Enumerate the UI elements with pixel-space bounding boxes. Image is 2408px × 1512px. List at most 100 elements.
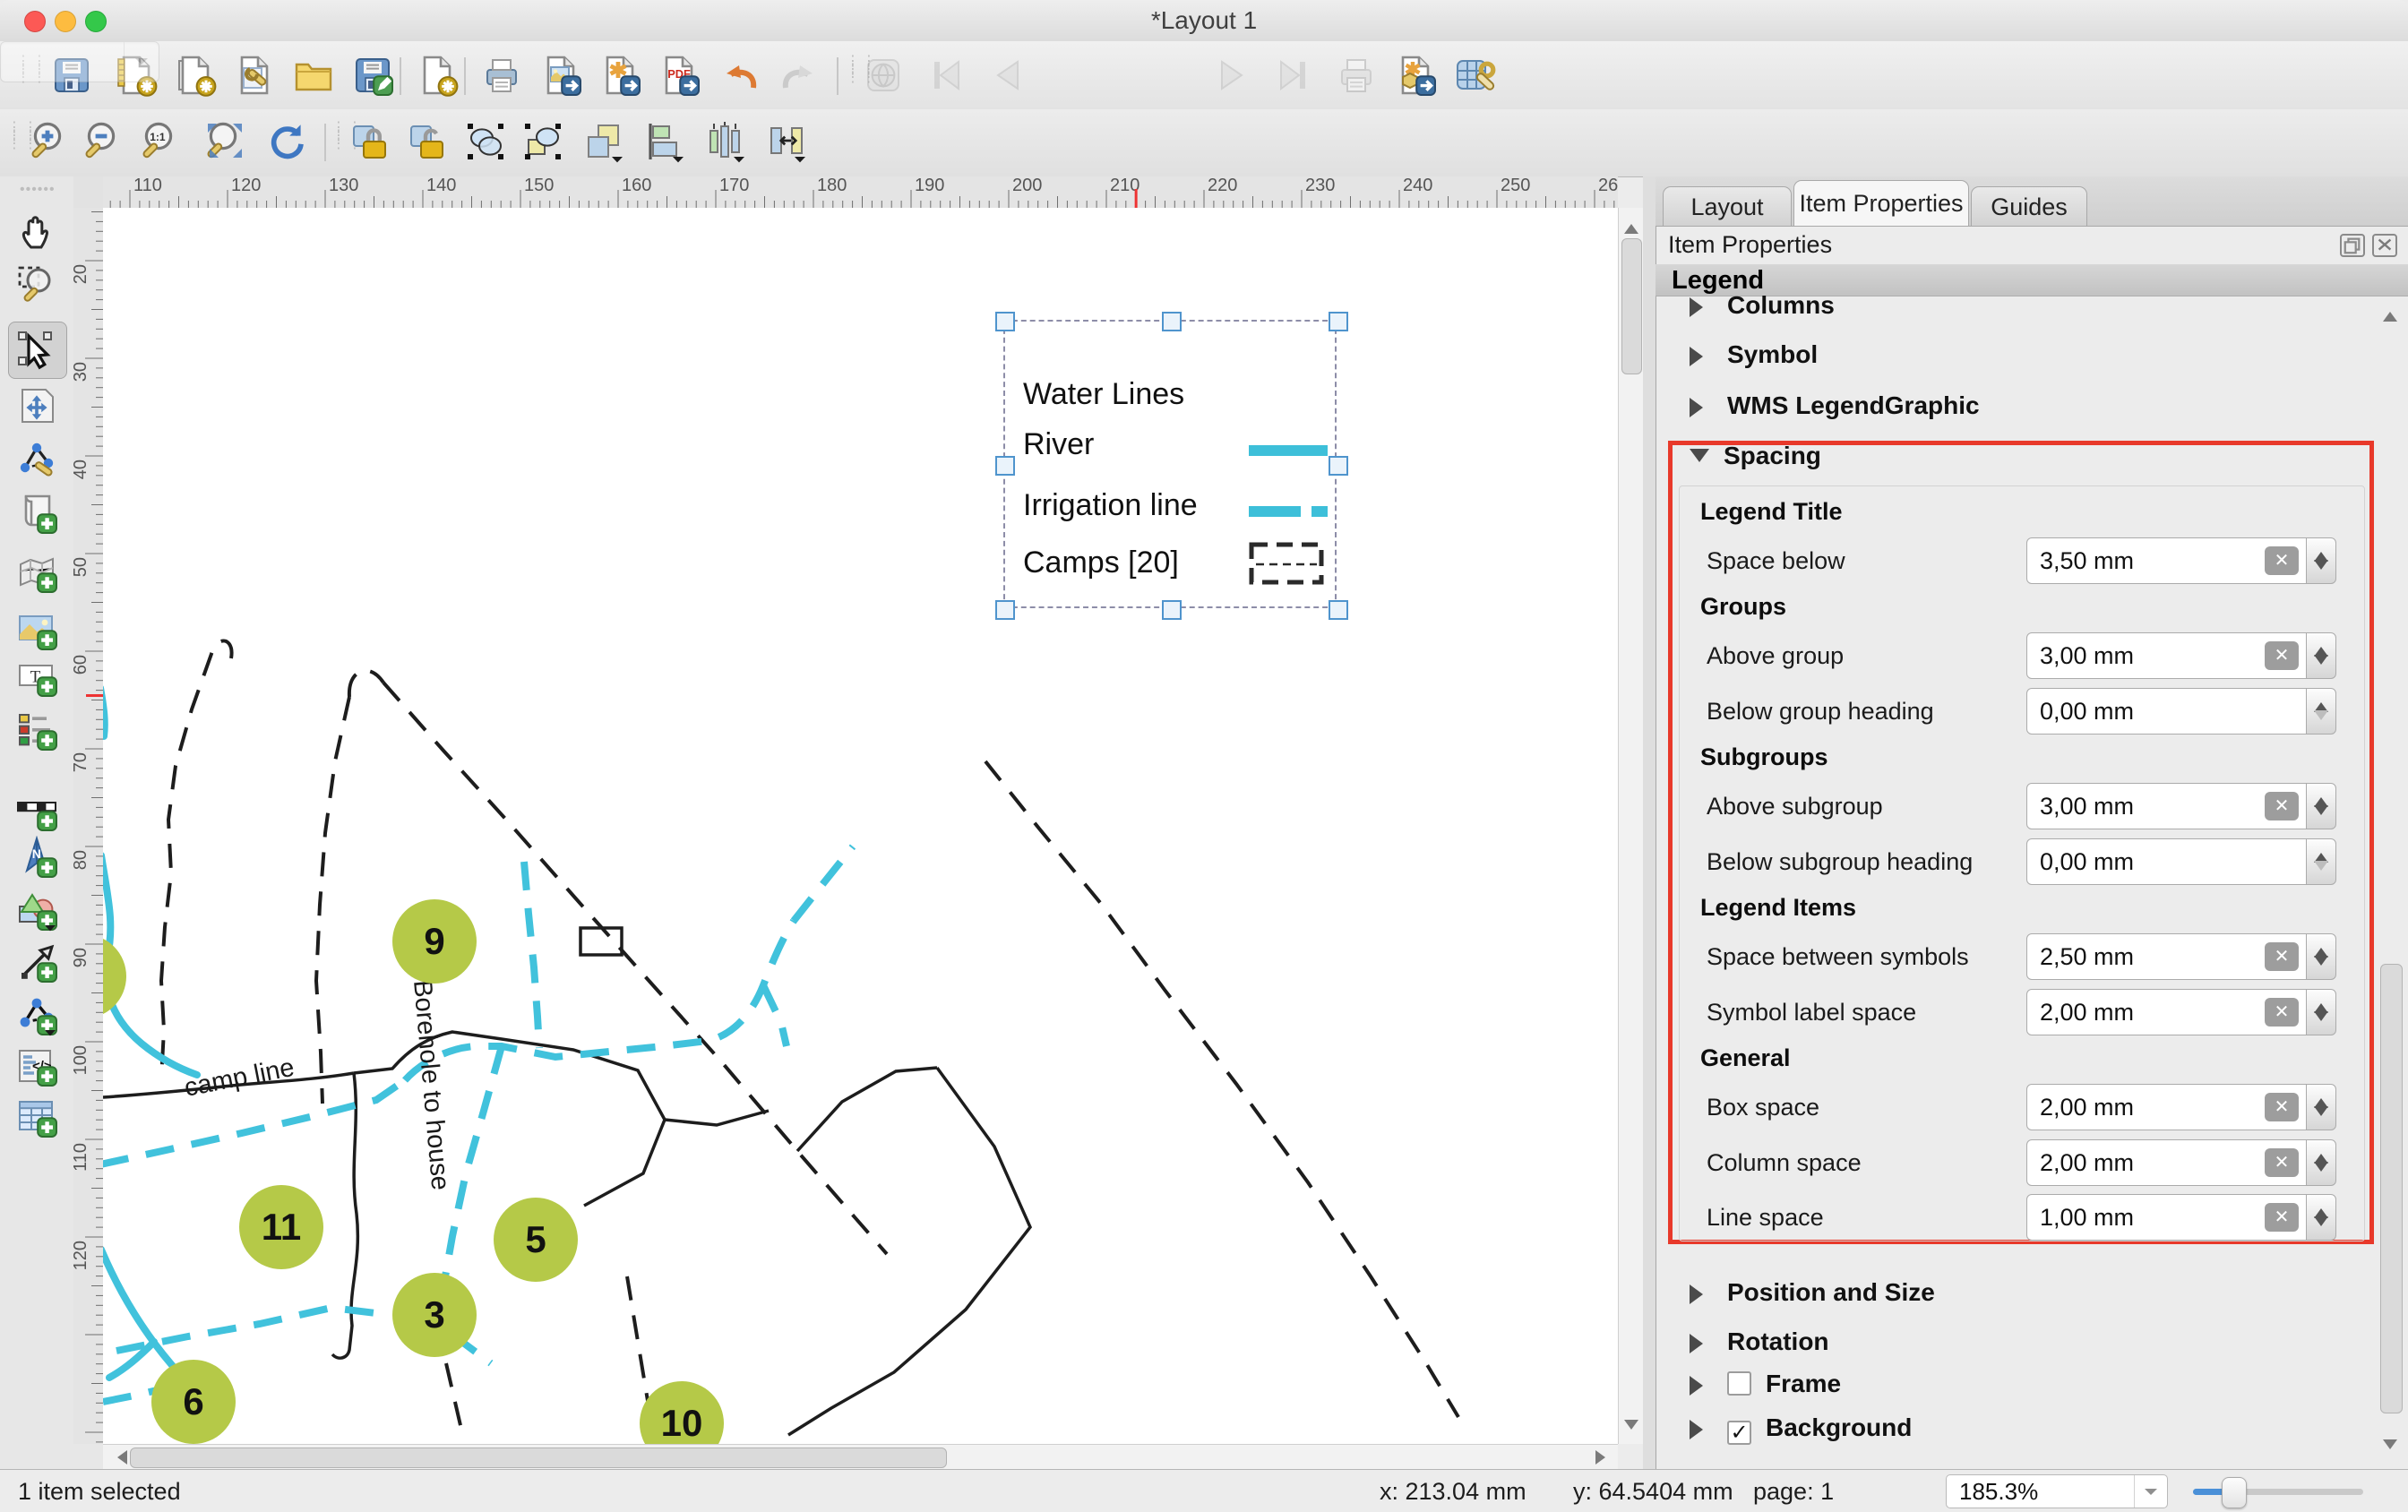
spin-down-icon[interactable] bbox=[2314, 805, 2328, 822]
panel-splitter[interactable] bbox=[1643, 176, 1656, 1469]
ungroup-items-button[interactable] bbox=[521, 120, 564, 163]
spin-down-icon[interactable] bbox=[2314, 1216, 2328, 1233]
spin-down-icon[interactable] bbox=[2314, 655, 2328, 672]
clear-value-icon[interactable]: ✕ bbox=[2265, 1148, 2299, 1177]
selection-handle[interactable] bbox=[995, 600, 1015, 620]
spinner-buttons[interactable] bbox=[2306, 1084, 2336, 1130]
selection-handle[interactable] bbox=[1329, 312, 1348, 331]
section-columns[interactable]: Columns bbox=[1690, 288, 1835, 323]
spinner-buttons[interactable] bbox=[2306, 1194, 2336, 1241]
panel-scroll-thumb[interactable] bbox=[2380, 964, 2403, 1413]
line-space-field[interactable]: 1,00 mm✕ bbox=[2026, 1194, 2307, 1241]
scroll-down-icon[interactable] bbox=[1624, 1420, 1638, 1437]
atlas-settings-button[interactable] bbox=[1453, 54, 1496, 97]
previous-feature-button[interactable] bbox=[985, 54, 1028, 97]
pan-layout-button[interactable] bbox=[15, 210, 58, 253]
export-as-pdf-button[interactable]: PDF bbox=[658, 54, 701, 97]
below-subgroup-heading-field[interactable]: 0,00 mm bbox=[2026, 838, 2307, 885]
export-as-svg-button[interactable] bbox=[598, 54, 641, 97]
section-rotation[interactable]: Rotation bbox=[1690, 1324, 1829, 1360]
add-items-from-template-button[interactable] bbox=[416, 54, 459, 97]
atlas-page-dropdown-icon[interactable] bbox=[124, 42, 159, 82]
add-page-button[interactable] bbox=[15, 492, 58, 535]
spinner-buttons[interactable] bbox=[2306, 1139, 2336, 1186]
tab-item-properties[interactable]: Item Properties bbox=[1793, 180, 1969, 226]
add-map-button[interactable] bbox=[15, 551, 58, 594]
select-move-item-button[interactable] bbox=[8, 322, 67, 379]
clear-value-icon[interactable]: ✕ bbox=[2265, 641, 2299, 670]
zoom-tool-button[interactable] bbox=[15, 262, 58, 305]
print-layout-button[interactable] bbox=[480, 54, 523, 97]
box-space-field[interactable]: 2,00 mm✕ bbox=[2026, 1084, 2307, 1130]
space-below-field[interactable]: 3,50 mm✕ bbox=[2026, 537, 2307, 584]
vertical-scroll-thumb[interactable] bbox=[1621, 238, 1642, 374]
clear-value-icon[interactable]: ✕ bbox=[2265, 1093, 2299, 1121]
load-from-template-button[interactable] bbox=[292, 54, 335, 97]
add-node-item-button[interactable] bbox=[15, 993, 58, 1036]
spin-down-icon[interactable] bbox=[2314, 1011, 2328, 1028]
add-label-button[interactable]: T bbox=[15, 655, 58, 698]
add-shape-button[interactable] bbox=[15, 889, 58, 932]
lock-selected-items-button[interactable] bbox=[348, 120, 391, 163]
redo-button[interactable] bbox=[778, 54, 821, 97]
align-selected-items-button[interactable] bbox=[643, 120, 686, 163]
selection-handle[interactable] bbox=[995, 456, 1015, 476]
clear-value-icon[interactable]: ✕ bbox=[2265, 792, 2299, 820]
group-items-button[interactable] bbox=[464, 120, 507, 163]
section-position-and-size[interactable]: Position and Size bbox=[1690, 1275, 1935, 1310]
scroll-right-icon[interactable] bbox=[1595, 1450, 1612, 1465]
spinner-buttons[interactable] bbox=[2306, 838, 2336, 885]
section-background[interactable]: ✓Background bbox=[1690, 1410, 1912, 1446]
last-feature-button[interactable] bbox=[1272, 54, 1315, 97]
spin-down-icon[interactable] bbox=[2314, 1106, 2328, 1123]
space-between-symbols-field[interactable]: 2,50 mm✕ bbox=[2026, 933, 2307, 980]
add-attribute-table-button[interactable] bbox=[15, 1095, 58, 1138]
first-feature-button[interactable] bbox=[924, 54, 968, 97]
clear-value-icon[interactable]: ✕ bbox=[2265, 942, 2299, 971]
canvas-horizontal-scrollbar[interactable] bbox=[103, 1444, 1618, 1470]
spinner-buttons[interactable] bbox=[2306, 537, 2336, 584]
horizontal-ruler[interactable]: 1101201301401501601701801902002102202302… bbox=[103, 176, 1618, 209]
selection-handle[interactable] bbox=[1329, 456, 1348, 476]
add-html-button[interactable]: </> bbox=[15, 1044, 58, 1087]
clear-value-icon[interactable]: ✕ bbox=[2265, 546, 2299, 575]
panel-scrollbar[interactable] bbox=[2378, 301, 2404, 1460]
zoom-slider-thumb[interactable] bbox=[2222, 1477, 2247, 1508]
resize-items-button[interactable] bbox=[765, 120, 808, 163]
add-legend-button[interactable] bbox=[15, 709, 58, 752]
symbol-label-space-field[interactable]: 2,00 mm✕ bbox=[2026, 989, 2307, 1035]
spinner-buttons[interactable] bbox=[2306, 688, 2336, 735]
selection-handle[interactable] bbox=[995, 312, 1015, 331]
above-subgroup-field[interactable]: 3,00 mm✕ bbox=[2026, 783, 2307, 829]
scroll-up-icon[interactable] bbox=[2383, 305, 2397, 322]
zoom-combo-dropdown-icon[interactable] bbox=[2134, 1475, 2167, 1508]
selection-handle[interactable] bbox=[1162, 600, 1182, 620]
duplicate-layout-button[interactable] bbox=[174, 54, 217, 97]
scroll-up-icon[interactable] bbox=[1624, 217, 1638, 234]
spin-down-icon[interactable] bbox=[2314, 560, 2328, 577]
zoom-actual-button[interactable]: 1:1 bbox=[140, 120, 183, 163]
below-group-heading-field[interactable]: 0,00 mm bbox=[2026, 688, 2307, 735]
add-north-arrow-button[interactable]: N bbox=[15, 836, 58, 879]
move-item-content-button[interactable] bbox=[15, 384, 58, 427]
save-as-template-button[interactable] bbox=[351, 54, 394, 97]
spinner-buttons[interactable] bbox=[2306, 933, 2336, 980]
add-scalebar-button[interactable] bbox=[15, 789, 58, 832]
layout-manager-button[interactable] bbox=[233, 54, 276, 97]
spinner-buttons[interactable] bbox=[2306, 632, 2336, 679]
spin-down-icon[interactable] bbox=[2314, 861, 2328, 878]
close-panel-icon[interactable] bbox=[2372, 234, 2397, 257]
clear-value-icon[interactable]: ✕ bbox=[2265, 998, 2299, 1027]
scroll-left-icon[interactable] bbox=[110, 1450, 127, 1465]
refresh-view-button[interactable] bbox=[265, 120, 308, 163]
section-wms-legendgraphic[interactable]: WMS LegendGraphic bbox=[1690, 388, 1980, 424]
spin-down-icon[interactable] bbox=[2314, 956, 2328, 973]
column-space-field[interactable]: 2,00 mm✕ bbox=[2026, 1139, 2307, 1186]
above-group-field[interactable]: 3,00 mm✕ bbox=[2026, 632, 2307, 679]
float-panel-icon[interactable] bbox=[2340, 234, 2365, 257]
spinner-buttons[interactable] bbox=[2306, 989, 2336, 1035]
spin-down-icon[interactable] bbox=[2314, 1162, 2328, 1179]
atlas-page-combo[interactable] bbox=[0, 41, 159, 82]
background-checkbox[interactable]: ✓ bbox=[1727, 1421, 1751, 1445]
unlock-all-items-button[interactable] bbox=[405, 120, 448, 163]
